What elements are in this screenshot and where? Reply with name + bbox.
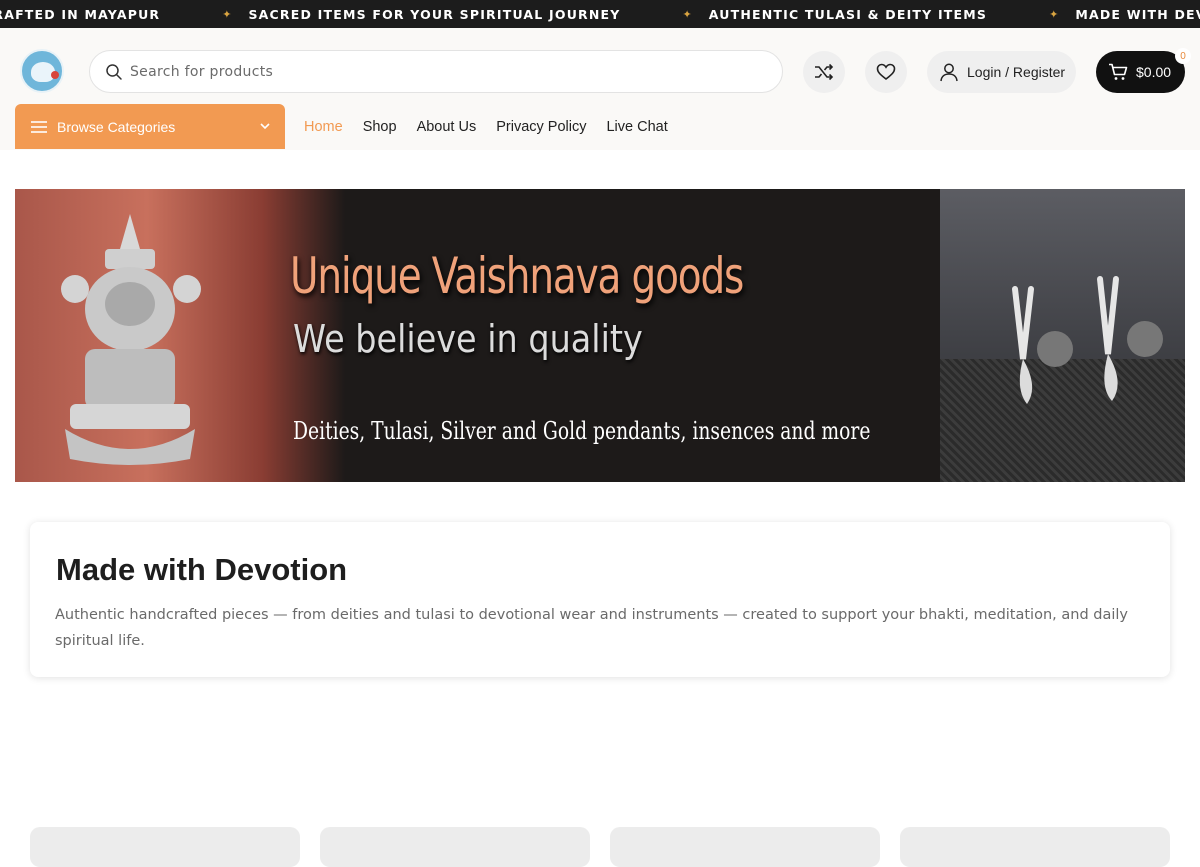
- cart-count-badge: 0: [1175, 48, 1191, 64]
- ticker-item: CRAFTED IN MAYAPUR: [0, 6, 161, 22]
- menu-icon: [31, 120, 47, 133]
- user-icon: [940, 63, 958, 82]
- compare-button[interactable]: [803, 51, 845, 93]
- login-register-label: Login / Register: [967, 64, 1066, 80]
- ticker-item: AUTHENTIC TULASI & DEITY ITEMS: [708, 6, 988, 22]
- site-logo[interactable]: [20, 49, 64, 93]
- ticker-item: MADE WITH DEVOTION: [1075, 6, 1200, 22]
- wishlist-button[interactable]: [865, 51, 907, 93]
- heart-icon: [876, 63, 896, 81]
- product-tile[interactable]: [900, 827, 1170, 867]
- cart-icon: [1109, 63, 1128, 80]
- ticker-separator-icon: ✦: [682, 7, 692, 21]
- ticker-track: CRAFTED IN MAYAPUR ✦ SACRED ITEMS FOR YO…: [0, 0, 1200, 28]
- intro-card: Made with Devotion Authentic handcrafted…: [30, 522, 1170, 677]
- tilak-earrings-image: [1012, 276, 1163, 404]
- banner-tagline: Deities, Tulasi, Silver and Gold pendant…: [293, 417, 871, 445]
- intro-text: Authentic handcrafted pieces — from deit…: [55, 607, 1128, 649]
- product-tile[interactable]: [30, 827, 300, 867]
- nav-item-home[interactable]: Home: [304, 119, 343, 135]
- nav-item-privacy-policy[interactable]: Privacy Policy: [496, 119, 586, 135]
- nav-item-about-us[interactable]: About Us: [417, 119, 477, 135]
- browse-categories-label: Browse Categories: [57, 118, 176, 135]
- main-nav: Home Shop About Us Privacy Policy Live C…: [304, 104, 688, 149]
- cart-total: $0.00: [1136, 64, 1172, 80]
- announcement-ticker: CRAFTED IN MAYAPUR ✦ SACRED ITEMS FOR YO…: [0, 0, 1200, 28]
- banner-subtitle: We believe in quality: [293, 317, 643, 361]
- intro-title: Made with Devotion: [56, 552, 348, 587]
- search-icon: [106, 64, 122, 80]
- product-tile[interactable]: [610, 827, 880, 867]
- logo-accent: [51, 71, 59, 79]
- deity-pendant-image: [61, 214, 201, 465]
- hero-banner[interactable]: Unique Vaishnava goods We believe in qua…: [15, 189, 1185, 482]
- login-register-button[interactable]: Login / Register: [927, 51, 1076, 93]
- ticker-item: SACRED ITEMS FOR YOUR SPIRITUAL JOURNEY: [248, 6, 621, 22]
- nav-item-shop[interactable]: Shop: [363, 119, 397, 135]
- ticker-separator-icon: ✦: [222, 7, 232, 21]
- browse-categories-button[interactable]: Browse Categories: [15, 104, 285, 149]
- search-input[interactable]: [130, 51, 750, 92]
- cart-button[interactable]: $0.00: [1096, 51, 1185, 93]
- nav-item-live-chat[interactable]: Live Chat: [606, 119, 667, 135]
- chevron-down-icon: [260, 123, 270, 130]
- site-header: Login / Register $0.00 0 Browse Categori…: [0, 28, 1200, 150]
- product-tile[interactable]: [320, 827, 590, 867]
- ticker-separator-icon: ✦: [1049, 7, 1059, 21]
- shuffle-icon: [815, 63, 834, 81]
- banner-title: Unique Vaishnava goods: [290, 247, 744, 305]
- search-bar[interactable]: [89, 50, 783, 93]
